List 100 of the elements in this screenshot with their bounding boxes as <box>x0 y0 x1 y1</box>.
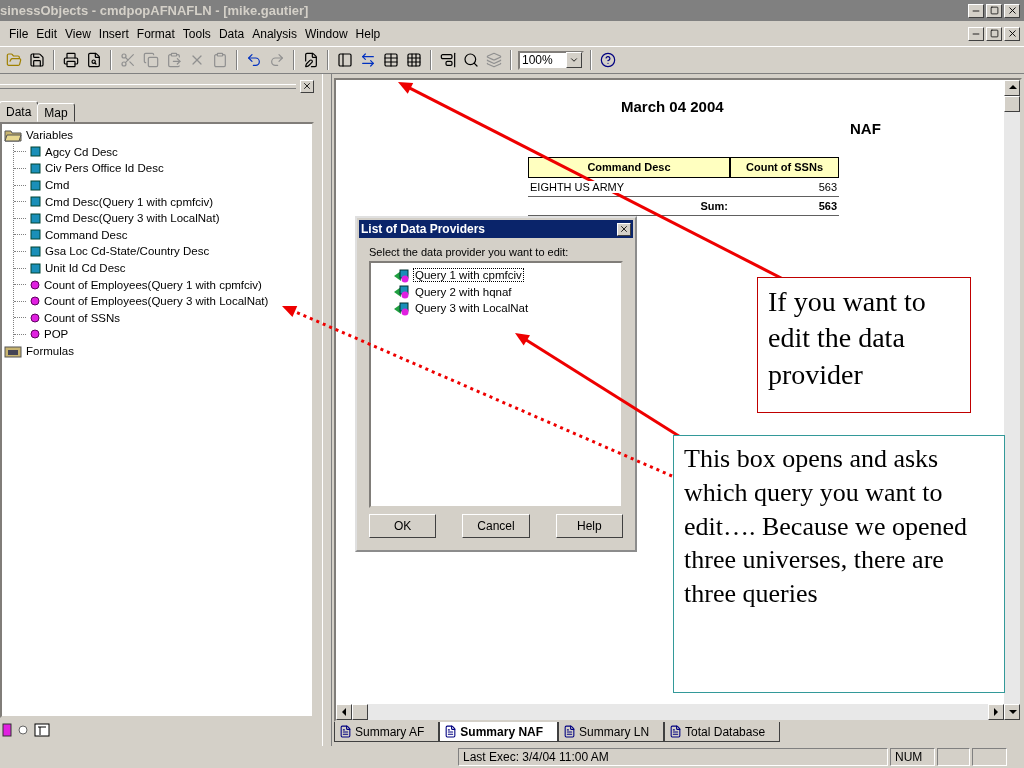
caret-icon <box>569 55 579 65</box>
dialog-prompt: Select the data provider you want to edit: <box>369 246 570 258</box>
restore-icon <box>989 29 999 38</box>
report-date: March 04 2004 <box>621 98 725 117</box>
status-panel <box>972 748 1007 766</box>
document-icon <box>563 725 577 738</box>
grid-icon[interactable] <box>406 52 422 68</box>
search-icon[interactable] <box>463 52 479 68</box>
document-icon <box>669 725 683 738</box>
menu-item[interactable]: Analysis <box>248 24 301 43</box>
save-icon[interactable] <box>29 52 45 68</box>
close-icon <box>302 81 312 91</box>
document-icon <box>339 725 352 738</box>
dot-icon <box>30 279 40 290</box>
dialog-button[interactable]: OK <box>369 514 437 538</box>
menu-item[interactable]: File <box>5 24 33 43</box>
provider-item[interactable]: Query 3 with LocalNat <box>413 301 531 316</box>
table-cell: EIGHTH US ARMY <box>530 181 625 193</box>
query-icon <box>393 284 411 300</box>
folder-icon <box>4 344 22 358</box>
restore-button[interactable] <box>986 26 1002 41</box>
tree-item[interactable]: Cmd Desc(Query 1 with cpmfciv) <box>45 195 214 208</box>
table-icon[interactable] <box>383 52 399 68</box>
callout-note: If you want to edit the data provider <box>757 277 971 413</box>
scroll-right-icon <box>991 706 1001 718</box>
minimize-button[interactable] <box>968 3 984 18</box>
splitter[interactable] <box>322 74 332 746</box>
column-header: Count of SSNs <box>730 157 839 178</box>
tree-item[interactable]: Civ Pers Office Id Desc <box>45 162 164 175</box>
vertical-scrollbar[interactable] <box>1004 80 1020 720</box>
sheet-tab[interactable]: Summary LN <box>558 722 665 742</box>
menu-item[interactable]: Data <box>214 24 249 43</box>
open-folder-icon <box>4 128 22 142</box>
panel-tab[interactable]: Map <box>37 103 75 122</box>
dialog-title: List of Data Providers <box>361 222 486 236</box>
printer-icon[interactable] <box>63 52 79 68</box>
tree-item[interactable]: Variables <box>26 129 74 142</box>
menu-item[interactable]: Help <box>351 24 385 43</box>
arrows-icon[interactable] <box>360 52 376 68</box>
document-icon <box>444 725 458 738</box>
menu-item[interactable]: Edit <box>32 24 62 43</box>
minimize-button[interactable] <box>968 26 984 41</box>
menu-item[interactable]: View <box>61 24 95 43</box>
close-button[interactable] <box>300 79 314 93</box>
radio-icon[interactable] <box>18 725 28 735</box>
query-icon <box>393 300 411 316</box>
table-cell: 563 <box>818 181 837 193</box>
window-title: sinessObjects - cmdpopAFNAFLN - [mike.gautier] <box>0 3 309 18</box>
tree-item[interactable]: Count of Employees(Query 3 with LocalNat) <box>44 295 269 308</box>
tree-item[interactable]: Gsa Loc Cd-State/Country Desc <box>45 245 210 258</box>
clipboard-icon[interactable] <box>212 52 228 68</box>
dot-icon <box>30 312 40 323</box>
tree-item[interactable]: Cmd Desc(Query 3 with LocalNat) <box>45 212 220 225</box>
num-lock-indicator: NUM <box>890 748 935 766</box>
zoom-dropdown[interactable]: 100% <box>518 50 584 70</box>
scroll-thumb[interactable] <box>352 704 368 720</box>
menu-item[interactable]: Window <box>300 24 352 43</box>
query-icon <box>393 267 411 283</box>
tree-item[interactable]: Command Desc <box>45 228 128 241</box>
menu-item[interactable]: Format <box>132 24 179 43</box>
tree-item[interactable]: Formulas <box>26 345 74 357</box>
status-panel <box>937 748 970 766</box>
menu-item[interactable]: Insert <box>94 24 133 43</box>
dot-icon <box>30 296 40 307</box>
tree-item[interactable]: Agcy Cd Desc <box>45 145 118 158</box>
close-button[interactable] <box>1004 26 1020 41</box>
undo-icon[interactable] <box>246 52 262 68</box>
tree-item[interactable]: Count of SSNs <box>44 311 121 324</box>
close-icon <box>1006 5 1018 16</box>
sheet-tab[interactable]: Summary NAF <box>439 722 559 742</box>
close-button[interactable] <box>1004 3 1020 18</box>
restore-button[interactable] <box>986 3 1002 18</box>
provider-item[interactable]: Query 1 with cpmfciv <box>413 268 524 283</box>
close-button[interactable] <box>617 222 631 236</box>
total-value: 563 <box>730 197 839 216</box>
dialog-button[interactable]: Cancel <box>462 514 530 538</box>
status-text: Last Exec: 3/4/04 11:00 AM <box>458 748 888 766</box>
print-preview-icon[interactable] <box>86 52 102 68</box>
sheet-tab[interactable]: Summary AF <box>334 722 440 742</box>
table-icon[interactable] <box>34 723 50 737</box>
tree-item[interactable]: Cmd <box>45 179 70 192</box>
report-subtitle: NAF <box>850 120 882 137</box>
callout-note: This box opens and asks which query you want to edit…. Because we opened three universes, there are three queries <box>673 435 1005 693</box>
panel-icon[interactable] <box>337 52 353 68</box>
tree-item[interactable]: POP <box>44 328 69 341</box>
dialog-button[interactable]: Help <box>555 514 623 538</box>
provider-item[interactable]: Query 2 with hqnaf <box>413 284 514 299</box>
dot-icon <box>30 329 40 340</box>
column-header: Command Desc <box>528 157 730 178</box>
menu-item[interactable]: Tools <box>178 24 215 43</box>
tree-item[interactable]: Count of Employees(Query 1 with cpmfciv) <box>44 278 262 291</box>
close-icon <box>619 224 629 234</box>
scroll-thumb[interactable] <box>1004 96 1020 112</box>
help-icon[interactable] <box>600 52 616 68</box>
tree-item[interactable]: Unit Id Cd Desc <box>45 262 126 275</box>
restore-icon <box>989 6 999 15</box>
sheet-tab[interactable]: Total Database <box>664 722 781 742</box>
align-icon[interactable] <box>440 52 456 68</box>
horizontal-scrollbar[interactable] <box>336 704 1004 720</box>
edit-report-icon[interactable] <box>303 52 319 68</box>
